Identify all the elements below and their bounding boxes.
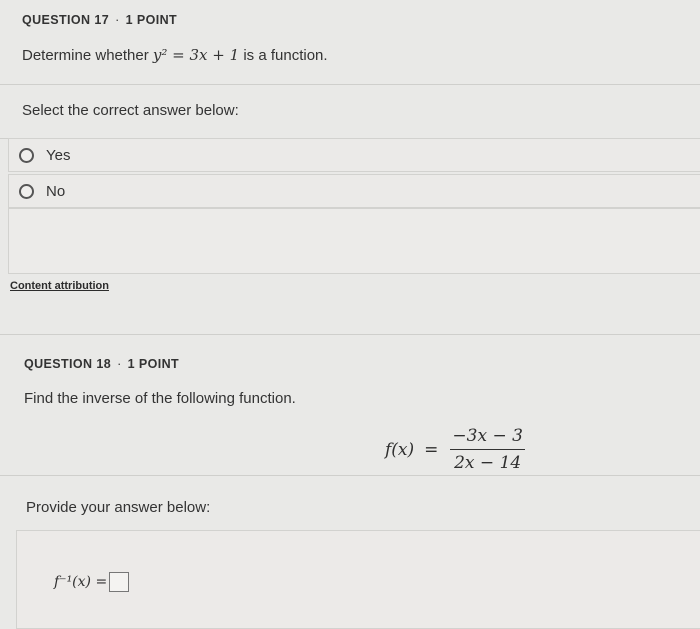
answer-instruction: Provide your answer below: bbox=[26, 499, 211, 516]
separator: · bbox=[117, 357, 122, 371]
content-attribution-link[interactable]: Content attribution bbox=[10, 280, 109, 292]
equation: y² = 3x + 1 bbox=[152, 46, 240, 64]
numerator: −3x − 3 bbox=[452, 426, 523, 446]
option-label: Yes bbox=[46, 146, 71, 164]
radio-circle-icon[interactable] bbox=[19, 147, 34, 163]
question-17-prompt: Determine whether y² = 3x + 1 is a funct… bbox=[22, 46, 328, 64]
question-number: QUESTION 17 bbox=[22, 13, 110, 27]
prompt-text-end: is a function. bbox=[243, 47, 328, 64]
question-points: 1 POINT bbox=[125, 13, 178, 27]
denominator: 2x − 14 bbox=[450, 449, 526, 473]
empty-feedback-area bbox=[8, 208, 700, 274]
option-no[interactable]: No bbox=[8, 174, 700, 208]
question-17-header: QUESTION 17 · 1 POINT bbox=[22, 13, 177, 27]
option-label: No bbox=[46, 182, 66, 200]
divider bbox=[0, 334, 700, 335]
equals-sign: = bbox=[424, 439, 439, 460]
function-lhs: f(x) bbox=[385, 439, 415, 460]
answer-input[interactable] bbox=[109, 572, 130, 592]
answer-row: f⁻¹(x) = bbox=[54, 572, 130, 592]
fraction: −3x − 3 2x − 14 bbox=[448, 426, 527, 473]
radio-circle-icon[interactable] bbox=[19, 183, 34, 199]
question-number: QUESTION 18 bbox=[24, 357, 112, 371]
question-18-prompt: Find the inverse of the following functi… bbox=[24, 390, 296, 407]
select-instruction: Select the correct answer below: bbox=[22, 102, 239, 119]
option-yes[interactable]: Yes bbox=[8, 138, 700, 172]
question-18-header: QUESTION 18 · 1 POINT bbox=[24, 357, 179, 371]
prompt-text: Determine whether bbox=[22, 47, 149, 64]
answer-lhs: f⁻¹(x) = bbox=[54, 574, 108, 590]
divider bbox=[0, 475, 700, 476]
function-equation: f(x) = −3x − 3 2x − 14 bbox=[385, 426, 527, 473]
separator: · bbox=[115, 13, 120, 27]
divider bbox=[0, 84, 700, 85]
question-points: 1 POINT bbox=[127, 357, 180, 371]
